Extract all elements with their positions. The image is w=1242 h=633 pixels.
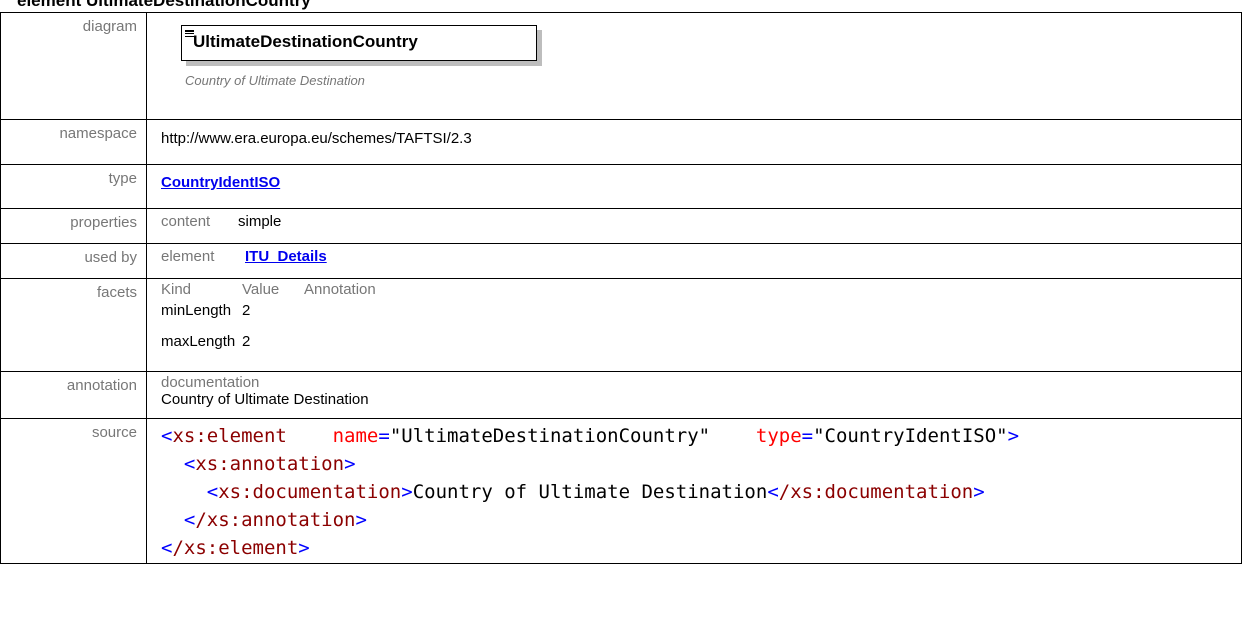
used-by-key: element: [161, 248, 215, 265]
src-documentation-close-tag: /xs:documentation: [778, 481, 974, 503]
facets-cell: Kind Value Annotation minLength 2 maxLength…: [146, 278, 1242, 372]
src-annotation-close-tag: /xs:annotation: [195, 509, 356, 531]
facets-header-value: Value: [242, 281, 280, 298]
type-cell: CountryIdentISO: [146, 164, 1242, 209]
properties-label: properties: [0, 208, 147, 244]
facet-value: 2: [242, 333, 251, 350]
src-attr-name: name: [332, 425, 379, 447]
used-by-row: used by element ITU_Details: [0, 243, 1242, 279]
used-by-line: element ITU_Details: [149, 244, 1241, 265]
properties-value: simple: [238, 213, 282, 230]
type-row: type CountryIdentISO: [0, 164, 1242, 209]
source-label: source: [0, 418, 147, 564]
diagram-element-name: UltimateDestinationCountry: [193, 32, 418, 51]
facet-item: minLength 2: [149, 302, 1241, 319]
namespace-row: namespace http://www.era.europa.eu/schem…: [0, 119, 1242, 165]
properties-cell: content simple: [146, 208, 1242, 244]
src-element-tag: xs:element: [172, 425, 287, 447]
src-element-close-tag: /xs:element: [172, 537, 299, 559]
annotation-text: Country of Ultimate Destination: [161, 391, 369, 408]
namespace-value: http://www.era.europa.eu/schemes/TAFTSI/…: [146, 119, 1242, 165]
source-row: source <xs:element name="UltimateDestina…: [0, 418, 1242, 564]
src-attr-name-value: "UltimateDestinationCountry": [389, 425, 711, 447]
diagram-label: diagram: [0, 12, 147, 120]
facets-header-kind: Kind: [161, 281, 192, 298]
properties-key: content: [161, 213, 211, 230]
src-documentation-tag: xs:documentation: [218, 481, 402, 503]
used-by-label: used by: [0, 243, 147, 279]
diagram-cell: UltimateDestinationCountry Country of Ul…: [146, 12, 1242, 120]
facet-item: maxLength 2: [149, 333, 1241, 350]
src-attr-type: type: [755, 425, 802, 447]
page-title: element UltimateDestinationCountry: [17, 0, 311, 10]
properties-line: content simple: [149, 209, 1241, 230]
facets-header-annotation: Annotation: [304, 281, 376, 298]
annotation-label: annotation: [0, 371, 147, 419]
facet-kind: minLength: [161, 302, 232, 319]
facets-header: Kind Value Annotation: [149, 279, 1241, 298]
annotation-key: documentation: [161, 374, 260, 391]
facet-value: 2: [242, 302, 251, 319]
namespace-label: namespace: [0, 119, 147, 165]
used-by-cell: element ITU_Details: [146, 243, 1242, 279]
facets-row: facets Kind Value Annotation minLength 2 ma…: [0, 278, 1242, 372]
src-documentation-text: Country of Ultimate Destination: [412, 481, 768, 503]
facet-kind: maxLength: [161, 333, 236, 350]
source-cell: <xs:element name="UltimateDestinationCou…: [146, 418, 1242, 564]
diagram-element-doc: Country of Ultimate Destination: [185, 73, 365, 88]
facets-label: facets: [0, 278, 147, 372]
element-doc-table: diagram UltimateDestinationCountry Count…: [0, 12, 1242, 564]
src-annotation-tag: xs:annotation: [195, 453, 345, 475]
used-by-link[interactable]: ITU_Details: [245, 248, 327, 265]
source-code: <xs:element name="UltimateDestinationCou…: [161, 425, 1020, 559]
src-attr-type-value: "CountryIdentISO": [813, 425, 1008, 447]
properties-row: properties content simple: [0, 208, 1242, 244]
element-diagram-box[interactable]: UltimateDestinationCountry: [181, 25, 537, 61]
annotation-row: annotation documentation Country of Ulti…: [0, 371, 1242, 419]
diagram-row: diagram UltimateDestinationCountry Count…: [0, 12, 1242, 120]
annotation-cell: documentation Country of Ultimate Destin…: [146, 371, 1242, 419]
type-link[interactable]: CountryIdentISO: [161, 174, 280, 191]
type-label: type: [0, 164, 147, 209]
